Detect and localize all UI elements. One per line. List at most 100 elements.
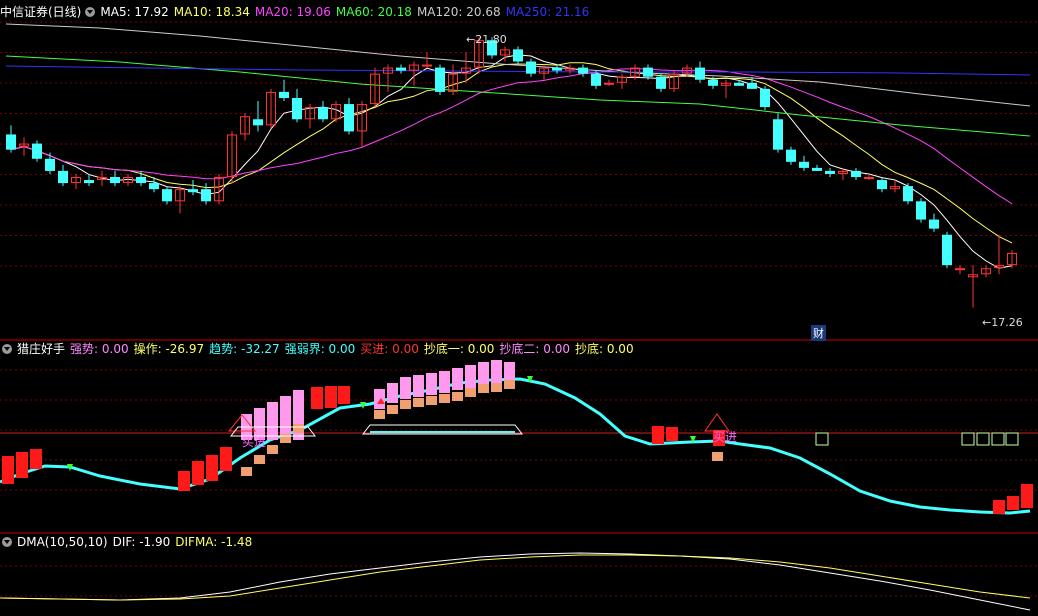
candle — [773, 113, 783, 153]
candle — [734, 79, 744, 86]
candle-body — [812, 167, 822, 171]
candle — [58, 164, 68, 187]
ma-legend: MA5: 17.92 MA10: 18.34 MA20: 19.06 MA60: 20… — [100, 5, 594, 19]
buy-signal-text-1: 买进 — [242, 435, 267, 449]
candle-body — [435, 67, 445, 92]
buy-bar — [666, 427, 678, 441]
indicator-panel[interactable] — [0, 360, 1038, 515]
candle-body — [864, 177, 874, 179]
indicator-field-7: 抄底: 0.00 — [575, 342, 634, 356]
empty-box — [991, 432, 1005, 446]
candle-body — [279, 91, 289, 98]
buy-bar — [30, 449, 42, 469]
candle — [578, 64, 588, 77]
candle-body — [344, 104, 354, 132]
finance-marker[interactable]: 财 — [811, 325, 826, 341]
candle-body — [292, 97, 302, 120]
dma-field-1: DIFMA: -1.48 — [175, 535, 253, 549]
buy-bar — [325, 386, 337, 408]
candle-body — [201, 189, 211, 202]
dropdown-icon[interactable] — [2, 344, 12, 354]
operation-marker — [293, 424, 304, 433]
indicator-title[interactable]: 猎庄好手 — [17, 342, 65, 356]
candle — [253, 101, 263, 132]
candle-body — [578, 67, 588, 74]
candle — [240, 113, 250, 141]
candle — [110, 170, 120, 187]
candle-body — [656, 76, 666, 89]
buy-bar — [2, 456, 14, 484]
dma-panel[interactable] — [0, 552, 1038, 611]
dma-legend: DIF: -1.90 DIFMA: -1.48 — [113, 535, 258, 549]
operation-marker — [465, 388, 476, 397]
operation-marker — [439, 394, 450, 403]
candle — [266, 88, 276, 129]
candle — [721, 79, 731, 98]
candle — [695, 61, 705, 83]
strength-bar — [426, 373, 437, 395]
ma-legend-item-0: MA5: 17.92 — [100, 5, 169, 19]
candle — [357, 101, 367, 147]
candle — [32, 140, 42, 162]
operation-marker — [400, 400, 411, 409]
candle — [305, 104, 315, 129]
indicator-field-3: 强弱界: 0.00 — [284, 342, 356, 356]
candle — [344, 97, 354, 135]
candle-body — [955, 268, 965, 271]
indicator-header: 猎庄好手 强势: 0.00 操作: -26.97 趋势: -32.27 强弱界: 0.0… — [0, 341, 644, 357]
dma-title[interactable]: DMA(10,50,10) — [17, 535, 108, 549]
indicator-field-6: 抄底二: 0.00 — [499, 342, 570, 356]
indicator-field-4: 买进: 0.00 — [360, 342, 419, 356]
candle-body — [942, 234, 952, 266]
indicator-field-2: 趋势: -32.27 — [209, 342, 280, 356]
operation-marker — [413, 398, 424, 407]
dropdown-icon[interactable] — [85, 7, 96, 17]
buy-bar — [16, 452, 28, 478]
candle — [292, 88, 302, 123]
candle-body — [695, 67, 705, 80]
buy-bar — [178, 471, 190, 491]
candle — [201, 183, 211, 205]
ma250-line — [5, 65, 1031, 76]
dif-line — [0, 552, 1031, 611]
indicator-field-0: 强势: 0.00 — [70, 342, 129, 356]
candle — [851, 167, 861, 181]
candle-body — [6, 134, 16, 150]
candle — [604, 79, 614, 86]
candle-body — [799, 161, 809, 168]
strength-bar — [267, 402, 278, 440]
candle — [929, 213, 939, 232]
strength-bar — [374, 389, 385, 409]
candle-body — [643, 67, 653, 77]
main-panel-header: 中信证券(日线) MA5: 17.92 MA10: 18.34 MA20: 19.06… — [0, 4, 599, 20]
candle — [435, 64, 445, 95]
candle — [162, 186, 172, 205]
candle-body — [318, 107, 328, 120]
chart-canvas[interactable] — [0, 0, 1038, 616]
candle — [370, 67, 380, 108]
candle-body — [253, 119, 263, 126]
candle-body — [188, 189, 198, 193]
empty-box — [976, 432, 990, 446]
dropdown-icon[interactable] — [2, 537, 12, 547]
strength-bar — [478, 362, 489, 386]
candle — [760, 85, 770, 111]
candle — [422, 52, 432, 68]
candle-body — [916, 201, 926, 220]
stock-title[interactable]: 中信证券(日线) — [0, 5, 81, 19]
candle-body — [760, 88, 770, 108]
candle — [45, 152, 55, 174]
candlestick-series[interactable] — [6, 37, 1017, 308]
strength-bar — [491, 360, 502, 384]
dma-field-0: DIF: -1.90 — [112, 535, 171, 549]
candle-body — [734, 82, 744, 86]
candle — [1007, 249, 1017, 269]
buy-bar — [1021, 484, 1033, 508]
buy-signal-text-2: 买进 — [713, 430, 738, 444]
operation-marker — [478, 384, 489, 393]
strength-bar — [280, 396, 291, 440]
candle-body — [513, 49, 523, 62]
operation-marker — [504, 380, 515, 389]
candle-body — [58, 170, 68, 184]
operation-marker — [267, 445, 278, 454]
